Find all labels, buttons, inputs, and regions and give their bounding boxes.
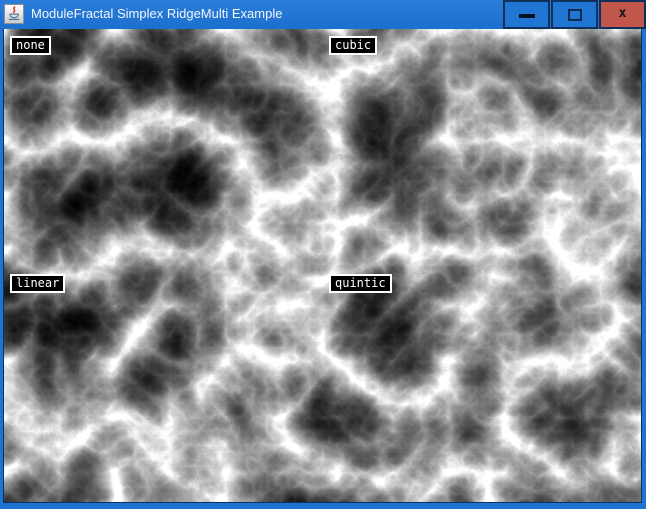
minimize-button[interactable] [503,0,550,29]
java-coffee-cup-icon [6,6,22,22]
maximize-button[interactable] [551,0,598,29]
interp-label-quintic: quintic [329,274,392,293]
interp-label-none: none [10,36,51,55]
minimize-icon [519,14,535,18]
java-app-icon [4,4,24,24]
titlebar[interactable]: ModuleFractal Simplex RidgeMulti Example… [0,0,646,29]
noise-preview-canvas: none cubic linear quintic [3,29,642,503]
interp-label-linear: linear [10,274,65,293]
close-button[interactable]: x [599,0,646,29]
app-window: ModuleFractal Simplex RidgeMulti Example… [0,0,646,509]
interp-label-cubic: cubic [329,36,377,55]
window-title: ModuleFractal Simplex RidgeMulti Example [31,0,282,28]
window-controls: x [502,0,646,29]
maximize-icon [568,9,582,21]
ridged-noise-texture [4,29,641,502]
close-icon: x [619,7,627,20]
